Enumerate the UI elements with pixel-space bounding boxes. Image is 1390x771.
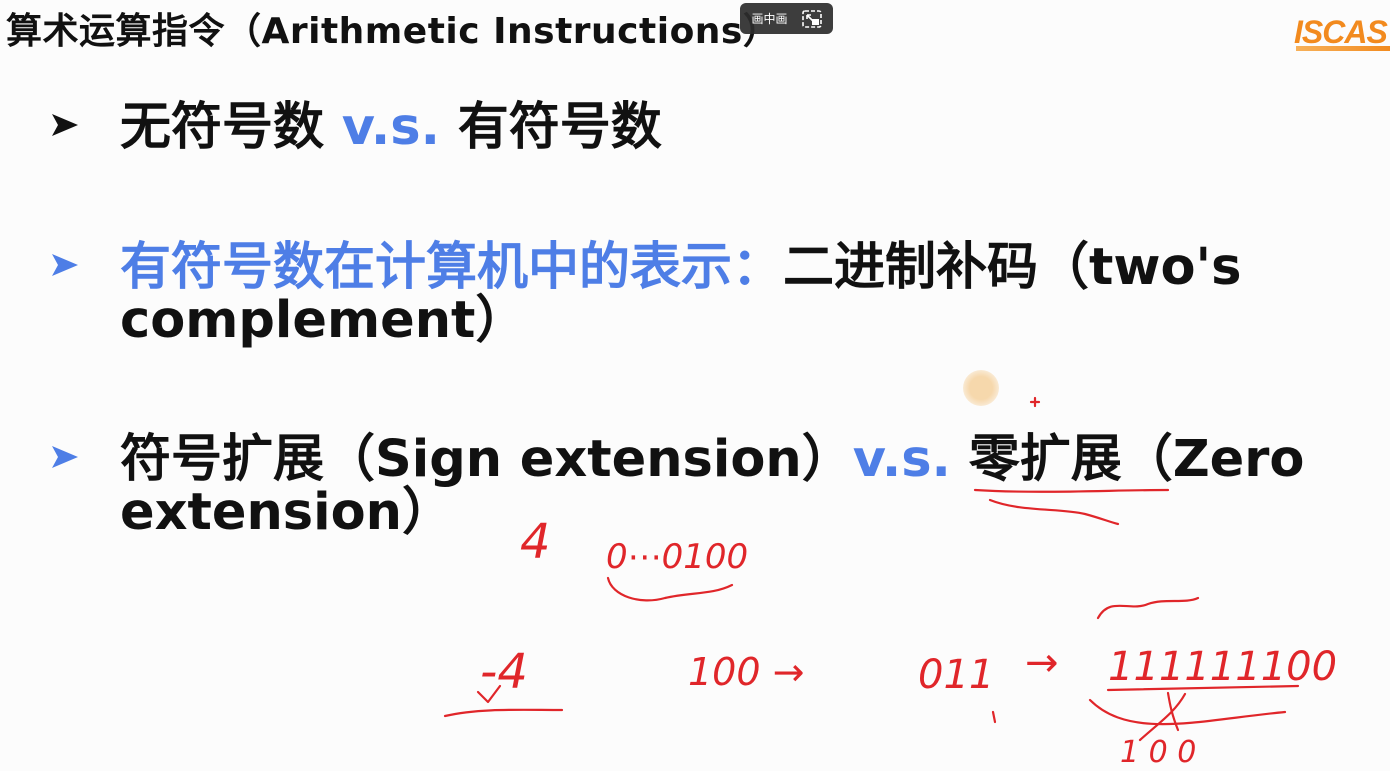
bullet-arrow-icon (48, 440, 88, 480)
logo-bar (1296, 46, 1390, 51)
bullet-1-part-3: 有符号数 (439, 98, 662, 157)
bullet-3-line-2: extension） (120, 483, 453, 542)
iscas-logo: ISCAS (1294, 16, 1390, 60)
annotation-num-pos: 4 (520, 514, 551, 570)
annotation-num-neg: -4 (480, 644, 528, 700)
bullet-2-part-1: 有符号数在计算机中的表示： (120, 238, 784, 297)
picture-in-picture-button[interactable]: 画中画 (740, 3, 833, 34)
slide: 算术运算指令（Arithmetic Instructions） 画中画 ISCA… (0, 0, 1390, 771)
bullet-1-text: 无符号数 v.s. 有符号数 (120, 100, 662, 156)
laser-pointer (963, 370, 999, 406)
bullet-1-part-2: v.s. (341, 98, 440, 157)
bullet-3-part-2: v.s. (852, 430, 951, 489)
bullet-arrow-icon (48, 108, 88, 148)
bullet-2-line-1: 有符号数在计算机中的表示：二进制补码（two's (120, 240, 1242, 296)
bullet-3-line-1: 符号扩展（Sign extension）v.s. 零扩展（Zero (120, 432, 1304, 488)
annotation-bin-pos: 0⋯0100 (606, 537, 748, 577)
annotation-result: 111111100 (1108, 644, 1337, 690)
pip-icon (801, 9, 822, 28)
pip-label: 画中画 (751, 12, 788, 26)
annotation-step3: → (1025, 640, 1059, 686)
bullet-2-line-2: complement） (120, 291, 527, 350)
bullet-arrow-icon (48, 248, 88, 288)
bullet-1-part-1: 无符号数 (120, 98, 342, 157)
annotation-step2: 011 (918, 652, 994, 698)
logo-text: ISCAS (1294, 16, 1388, 50)
bullet-3-part-1: 符号扩展（Sign extension） (120, 430, 853, 489)
annotation-below-result: 1 0 0 (1120, 735, 1196, 770)
slide-title: 算术运算指令（Arithmetic Instructions） (6, 11, 780, 52)
annotation-step1: 100 → (688, 650, 804, 694)
bullet-2-part-2: 二进制补码（two's (783, 238, 1242, 297)
bullet-3-part-3: 零扩展（Zero (950, 430, 1305, 489)
